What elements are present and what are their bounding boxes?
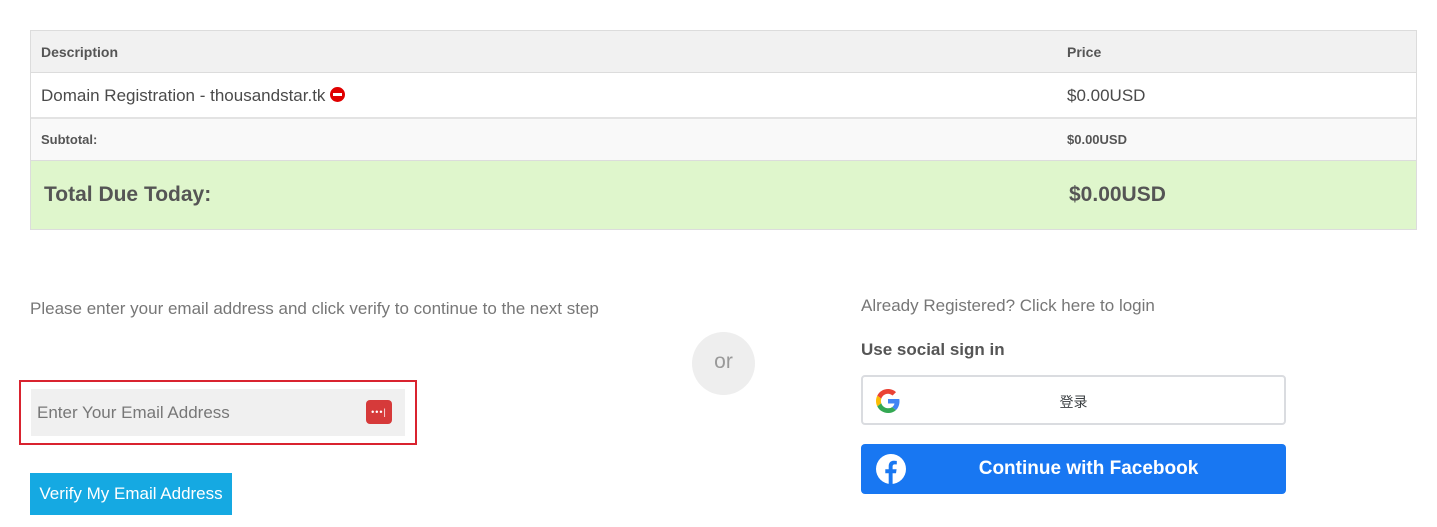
- google-sign-in-label: 登录: [1059, 395, 1088, 411]
- item-description-text: Domain Registration - thousandstar.tk: [41, 86, 326, 105]
- password-manager-icon[interactable]: •••|: [366, 400, 392, 424]
- verify-email-button[interactable]: Verify My Email Address: [30, 473, 232, 515]
- google-sign-in-button[interactable]: 登录: [861, 375, 1286, 425]
- email-input[interactable]: [31, 389, 405, 436]
- column-header-price: Price: [1067, 44, 1102, 60]
- order-summary-table: Description Price Domain Registration - …: [30, 30, 1417, 230]
- subtotal-row: Subtotal: $0.00USD: [31, 119, 1416, 161]
- total-label: Total Due Today:: [44, 183, 212, 206]
- table-row: Domain Registration - thousandstar.tk $0…: [31, 73, 1416, 119]
- subtotal-value: $0.00USD: [1067, 132, 1127, 147]
- login-link[interactable]: Already Registered? Click here to login: [861, 296, 1155, 316]
- or-divider: or: [692, 332, 755, 395]
- table-header: Description Price: [31, 31, 1416, 73]
- remove-icon[interactable]: [330, 87, 346, 102]
- subtotal-label: Subtotal:: [41, 132, 98, 147]
- total-value: $0.00USD: [1069, 183, 1166, 206]
- facebook-sign-in-label: Continue with Facebook: [978, 458, 1199, 479]
- social-sign-in-heading: Use social sign in: [861, 340, 1005, 359]
- email-prompt: Please enter your email address and clic…: [30, 299, 599, 318]
- column-header-description: Description: [41, 44, 119, 60]
- total-row: Total Due Today: $0.00USD: [31, 161, 1416, 229]
- email-field-wrapper: •••|: [19, 380, 417, 445]
- item-description: Domain Registration - thousandstar.tk: [41, 86, 346, 106]
- item-price: $0.00USD: [1067, 86, 1146, 105]
- facebook-sign-in-button[interactable]: Continue with Facebook: [861, 444, 1286, 494]
